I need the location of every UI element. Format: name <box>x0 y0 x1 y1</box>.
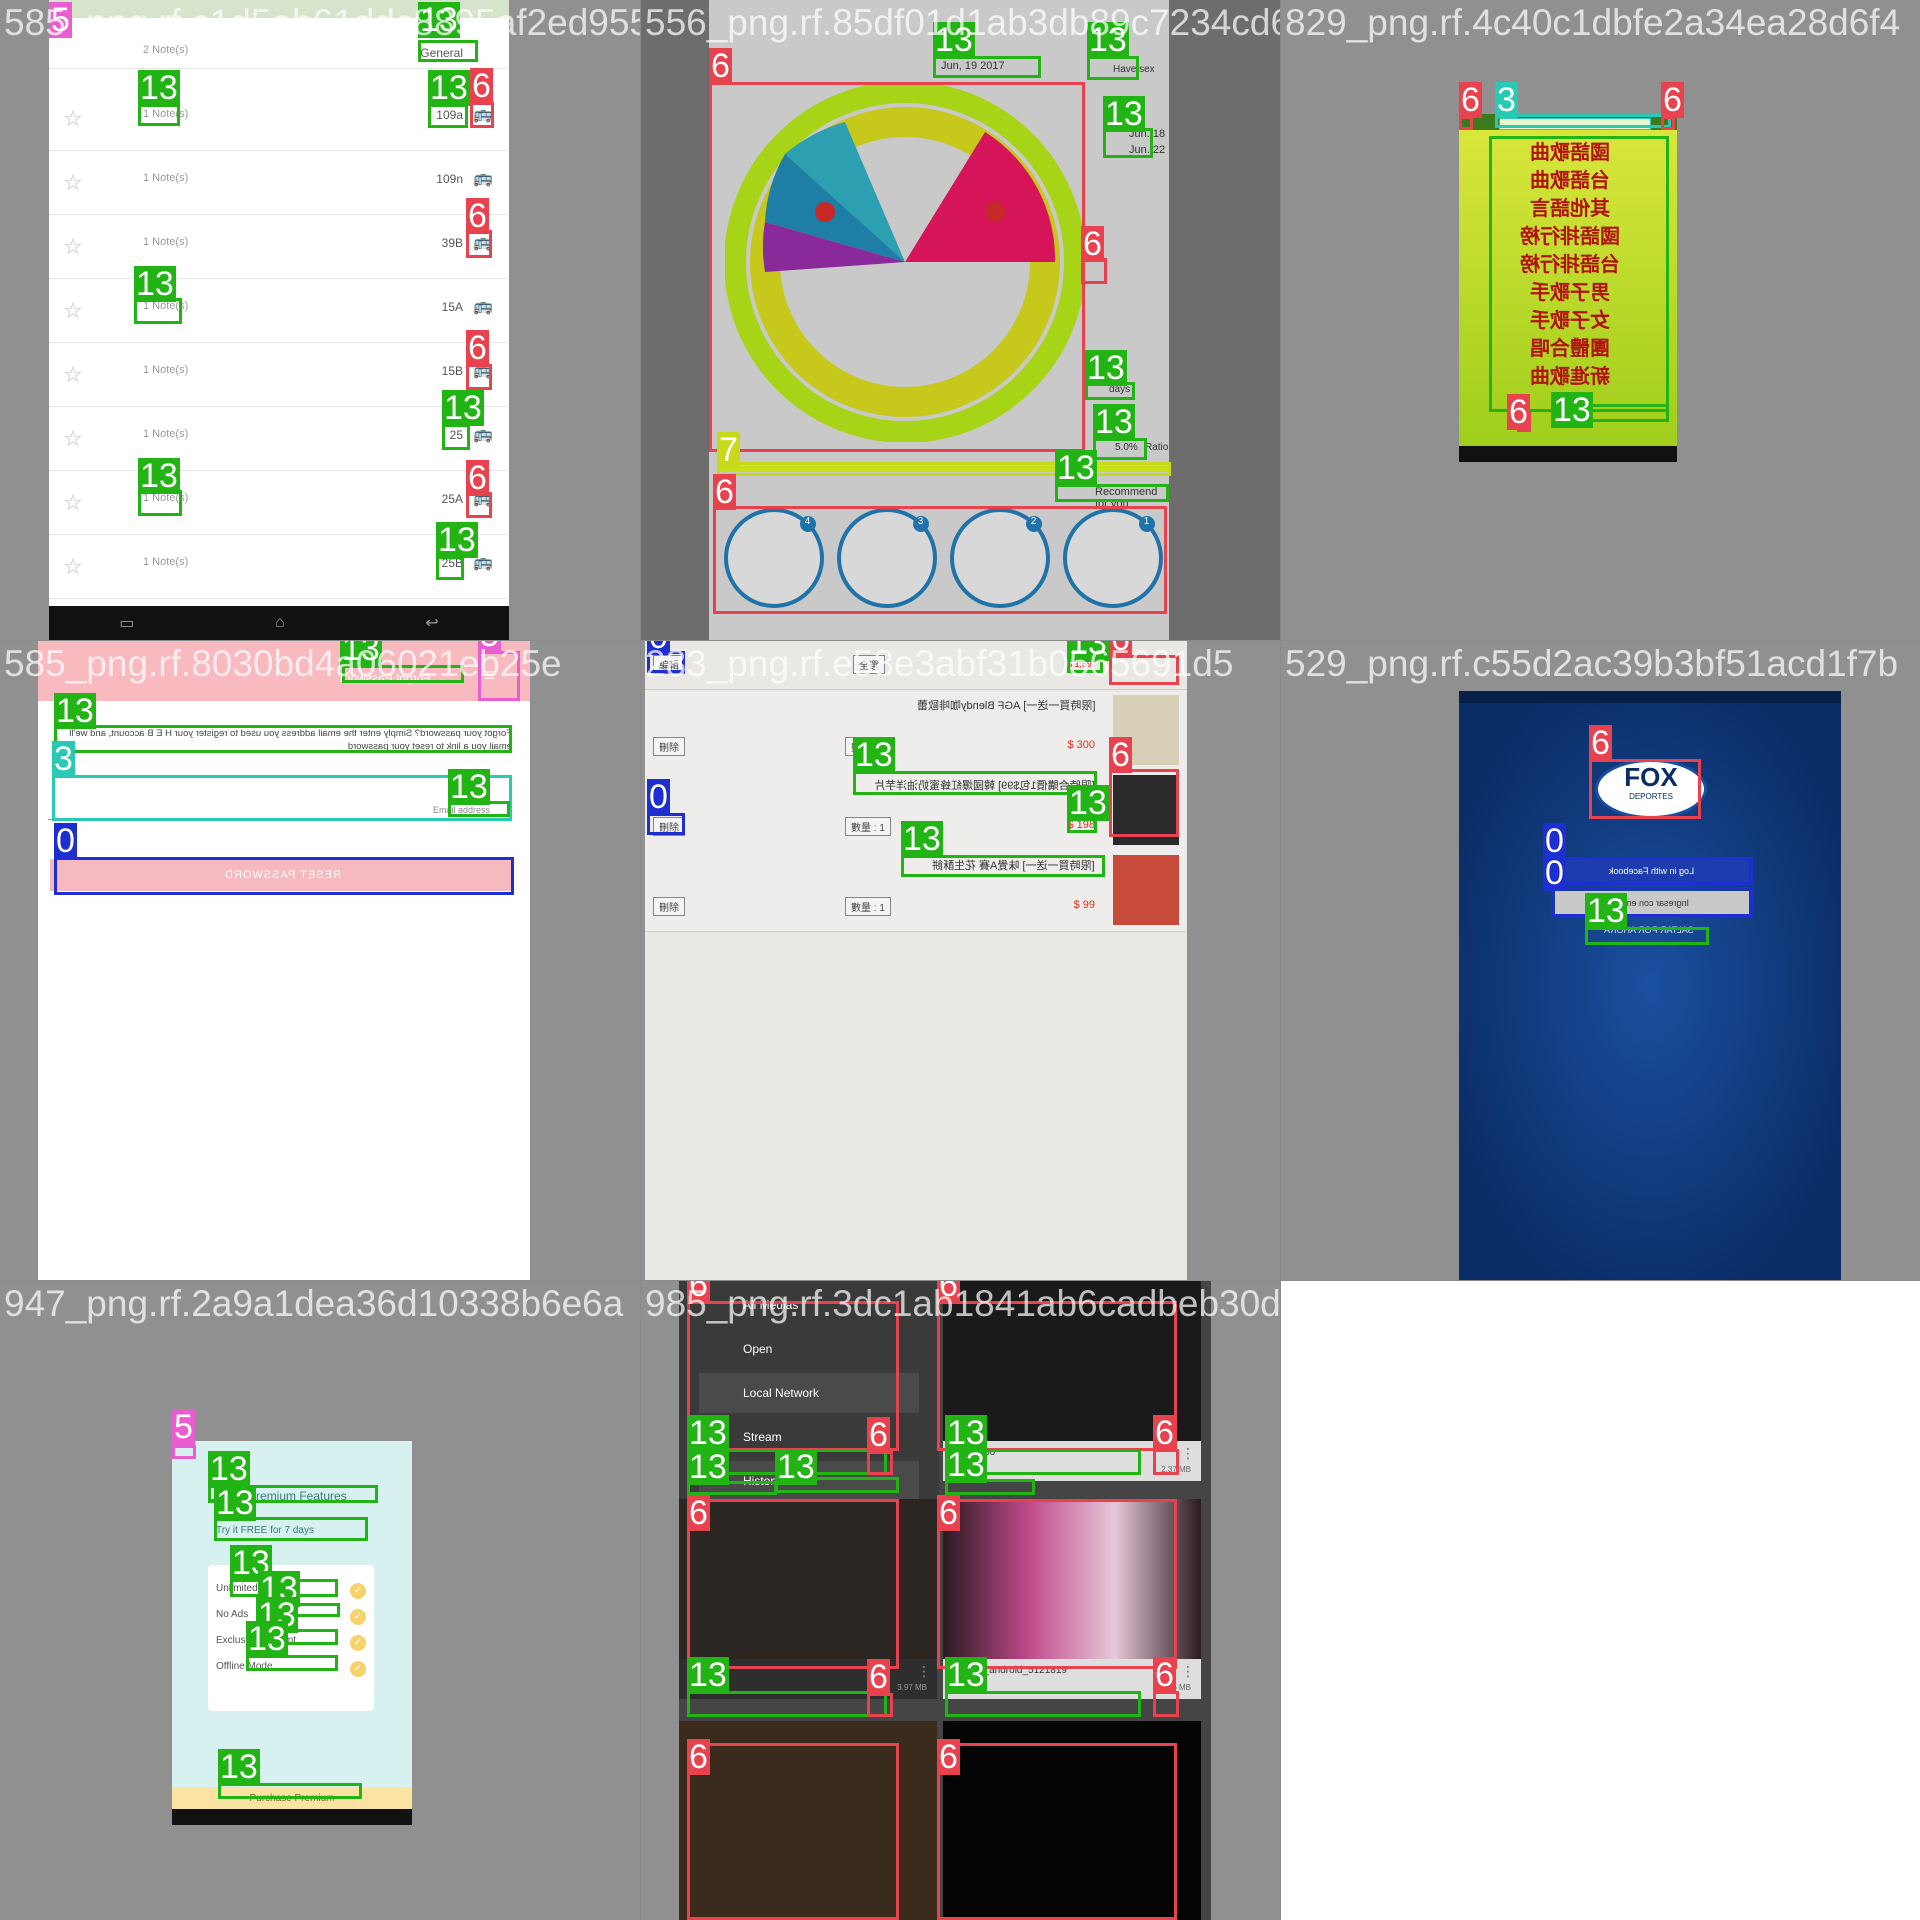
tile-fox-deportes: 529_png.rf.c55d2ac39b3bf51acd1f7b FOX DE… <box>1281 641 1920 1280</box>
star-icon[interactable]: ☆ <box>63 170 83 196</box>
cart-item: [限時買一送一] AGF Blendy咖啡歐蕾$ 300數量 : 1刪除 <box>645 691 1185 772</box>
check-icon: ✓ <box>350 1609 366 1625</box>
bus-icon: 🚌 <box>473 298 493 315</box>
note-count: 1 Note(s) <box>143 172 189 184</box>
star-icon[interactable]: ☆ <box>63 554 83 580</box>
route-label: 15A <box>441 300 463 314</box>
item-price: $ 300 <box>1067 739 1095 751</box>
route-label: 39B <box>441 236 463 250</box>
more-icon[interactable]: ⋮ <box>1181 1663 1195 1680</box>
bottom-nav <box>1459 446 1677 462</box>
star-icon[interactable]: ☆ <box>63 298 83 324</box>
android-nav-bar: ▭ ⌂ ↩ <box>49 606 509 640</box>
check-icon: ✓ <box>350 1635 366 1651</box>
qty-selector[interactable]: 數量 : 1 <box>845 817 891 836</box>
check-icon: ✓ <box>350 1661 366 1677</box>
bottom-nav <box>172 1809 412 1825</box>
tile-title: 529_png.rf.c55d2ac39b3bf51acd1f7b <box>1285 643 1899 684</box>
more-icon[interactable]: ⋮ <box>1181 1445 1195 1462</box>
more-icon[interactable]: ⋮ <box>917 1663 931 1680</box>
star-icon[interactable]: ☆ <box>63 234 83 260</box>
item-name: [限時買一送一] AGF Blendy咖啡歐蕾 <box>916 700 1095 712</box>
home-icon[interactable]: ⌂ <box>275 614 285 632</box>
route-label: 109n <box>436 172 463 186</box>
star-icon[interactable]: ☆ <box>63 490 83 516</box>
tile-bus-notes: 585_png.rf.c1d5ab61ddc8895af2ed9556b0 2 … <box>0 0 640 640</box>
tile-forgot-password: 585_png.rf.8030bd4a06021eb25e Forgot Pas… <box>0 641 640 1280</box>
delete-button[interactable]: 刪除 <box>653 897 685 916</box>
note-count: 1 Note(s) <box>143 236 189 248</box>
status-bar <box>1459 691 1841 703</box>
bus-icon: 🚌 <box>473 426 493 443</box>
bus-icon: 🚌 <box>473 170 493 187</box>
tile-premium-upgrade: 947_png.rf.2a9a1dea36d10338b6e6a Unlock … <box>0 1281 640 1920</box>
select-all-button[interactable]: 全選 <box>853 655 885 674</box>
tile-video-player: 985_png.rf.3dc1ab1841ab6cadbeb30d1d852df… <box>641 1281 1280 1920</box>
tile-period-tracker: 556_png.rf.85df01d1ab3db89c7234cd6838 Ju… <box>641 0 1280 640</box>
star-icon[interactable]: ☆ <box>63 426 83 452</box>
star-icon[interactable]: ☆ <box>63 106 83 132</box>
tile-title: 947_png.rf.2a9a1dea36d10338b6e6a <box>4 1283 624 1324</box>
qty-selector[interactable]: 數量 : 1 <box>845 897 891 916</box>
note-count: 1 Note(s) <box>143 364 189 376</box>
general-count: 2 Note(s) <box>143 44 189 56</box>
tile-shopping-cart: 283_png.rf.e58e3abf31b0565691d5 編輯 全選 [限… <box>641 641 1280 1280</box>
route-label: 25A <box>441 492 463 506</box>
tile-title: 829_png.rf.4c40c1dbfe2a34ea28d6f4 <box>1285 2 1901 43</box>
note-count: 1 Note(s) <box>143 556 189 568</box>
bus-route-row[interactable]: ☆ 1 Note(s) 25 🚌 <box>49 406 507 471</box>
ratio-label: Ratio <box>1145 442 1169 453</box>
star-icon[interactable]: ☆ <box>63 362 83 388</box>
tile-empty <box>1281 1281 1920 1920</box>
video-size: 3.97 MB <box>897 1683 927 1692</box>
phone-screen: 編輯 全選 [限時買一送一] AGF Blendy咖啡歐蕾$ 300數量 : 1… <box>645 641 1187 1280</box>
note-count: 1 Note(s) <box>143 428 189 440</box>
route-label: 15B <box>441 364 463 378</box>
bus-route-row[interactable]: ☆ 1 Note(s) 15B 🚌 <box>49 342 507 407</box>
bus-route-row[interactable]: ☆ 1 Note(s) 109n 🚌 <box>49 150 507 215</box>
feature-label: No Ads <box>216 1609 249 1620</box>
check-icon: ✓ <box>350 1583 366 1599</box>
product-image[interactable] <box>1113 855 1179 925</box>
bus-route-row[interactable]: ☆ 1 Note(s) 15A 🚌 <box>49 278 507 343</box>
delete-button[interactable]: 刪除 <box>653 737 685 756</box>
tile-karaoke-app: 829_png.rf.4c40c1dbfe2a34ea28d6f4 國語歌曲 台語… <box>1281 0 1920 640</box>
recent-apps-icon[interactable]: ▭ <box>119 613 134 633</box>
back-icon[interactable]: ↩ <box>425 613 438 633</box>
item-price: $ 99 <box>1073 899 1095 911</box>
bus-route-row[interactable]: ☆ 1 Note(s) 39B 🚌 <box>49 214 507 279</box>
